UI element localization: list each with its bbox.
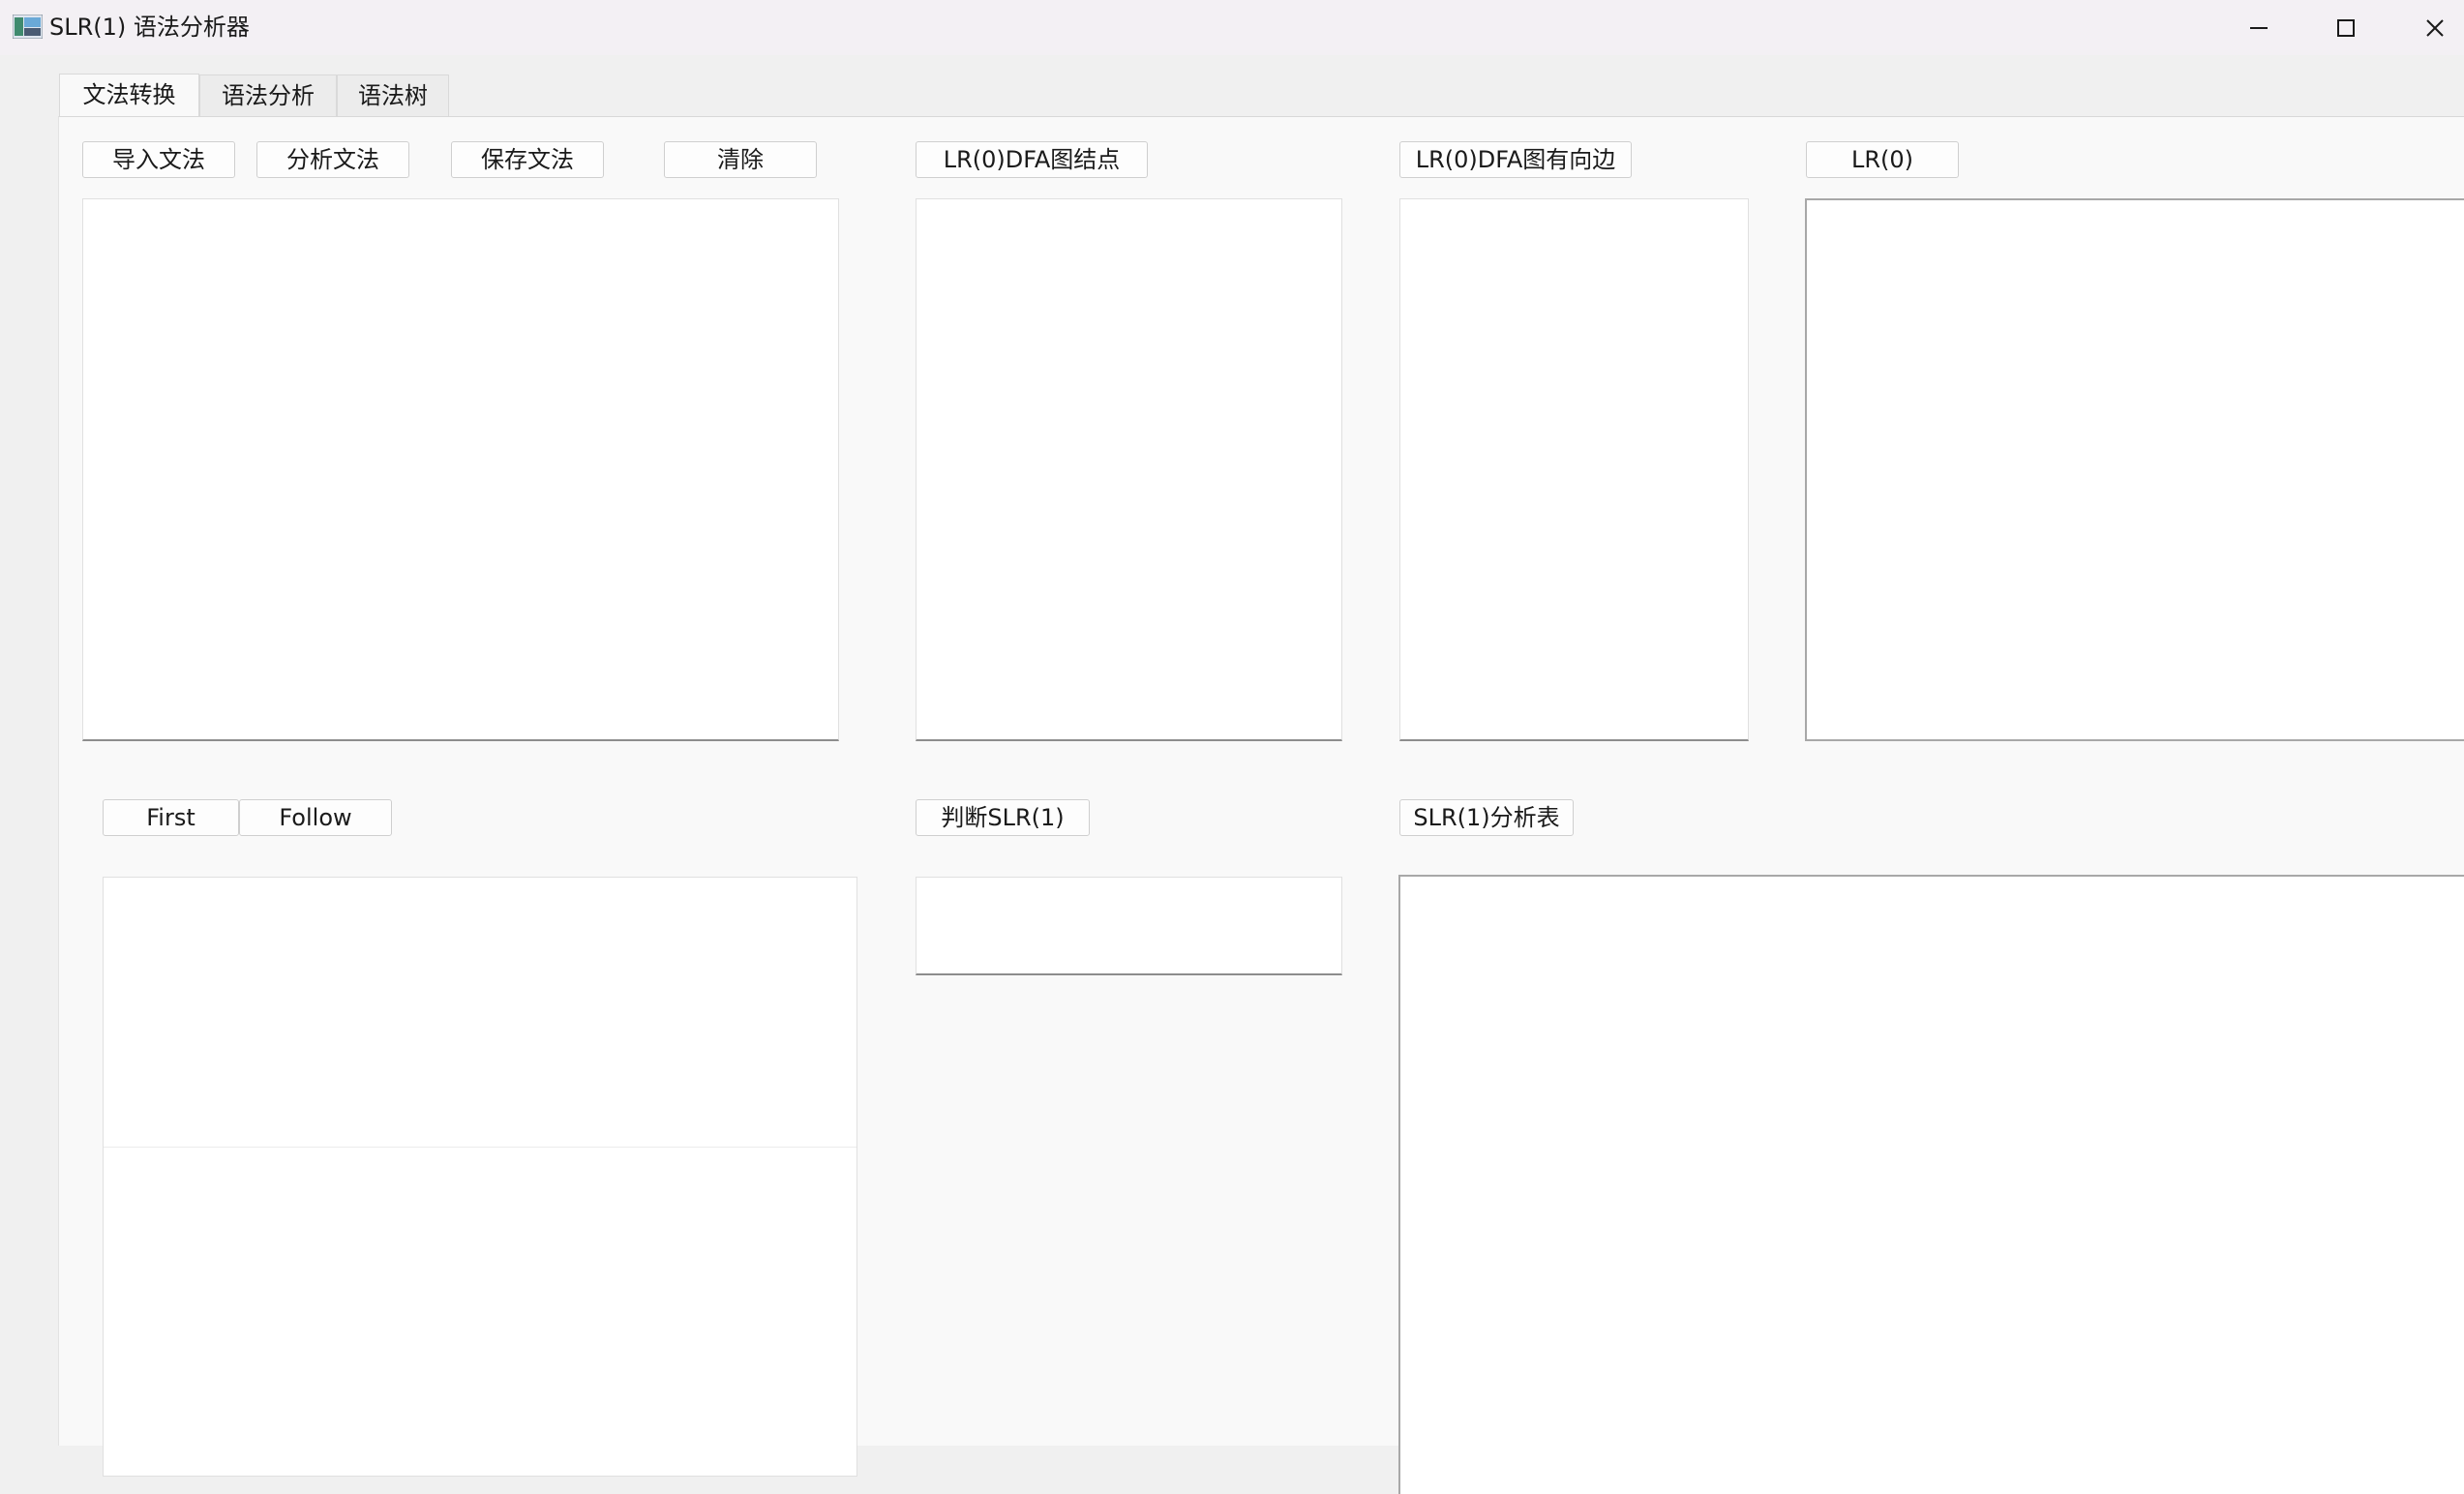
title-bar: SLR(1) 语法分析器 bbox=[0, 0, 2464, 55]
close-icon bbox=[2426, 18, 2444, 37]
slr1-table-button[interactable]: SLR(1)分析表 bbox=[1399, 799, 1574, 836]
save-grammar-button[interactable]: 保存文法 bbox=[451, 141, 604, 178]
tab-syntax-analysis[interactable]: 语法分析 bbox=[199, 75, 337, 116]
window-title: SLR(1) 语法分析器 bbox=[49, 14, 250, 41]
minimize-button[interactable] bbox=[2214, 0, 2303, 55]
first-follow-divider bbox=[104, 1147, 856, 1148]
lr0-button[interactable]: LR(0) bbox=[1806, 141, 1959, 178]
dfa-edges-textarea[interactable] bbox=[1399, 198, 1749, 741]
maximize-icon bbox=[2337, 18, 2355, 37]
tab-content-pane: 导入文法 分析文法 保存文法 清除 LR(0)DFA图结点 LR(0)DFA图有… bbox=[58, 116, 2464, 1494]
grammar-textarea[interactable] bbox=[82, 198, 839, 741]
clear-button[interactable]: 清除 bbox=[664, 141, 817, 178]
lr0-dfa-edges-button[interactable]: LR(0)DFA图有向边 bbox=[1399, 141, 1632, 178]
first-follow-area[interactable] bbox=[103, 877, 857, 1477]
first-button[interactable]: First bbox=[103, 799, 239, 836]
close-button[interactable] bbox=[2390, 0, 2464, 55]
slr1-judge-output[interactable] bbox=[916, 877, 1342, 975]
app-icon bbox=[13, 15, 43, 39]
minimize-icon bbox=[2250, 26, 2268, 29]
tab-grammar-conversion[interactable]: 文法转换 bbox=[59, 74, 199, 117]
follow-button[interactable]: Follow bbox=[239, 799, 392, 836]
tab-syntax-tree[interactable]: 语法树 bbox=[337, 75, 449, 116]
analyze-grammar-button[interactable]: 分析文法 bbox=[256, 141, 409, 178]
dfa-nodes-textarea[interactable] bbox=[916, 198, 1342, 741]
maximize-button[interactable] bbox=[2301, 0, 2390, 55]
judge-slr1-button[interactable]: 判断SLR(1) bbox=[916, 799, 1090, 836]
lr0-table-area[interactable] bbox=[1805, 198, 2464, 741]
slr1-table-area[interactable] bbox=[1398, 875, 2464, 1494]
lr0-dfa-nodes-button[interactable]: LR(0)DFA图结点 bbox=[916, 141, 1148, 178]
import-grammar-button[interactable]: 导入文法 bbox=[82, 141, 235, 178]
